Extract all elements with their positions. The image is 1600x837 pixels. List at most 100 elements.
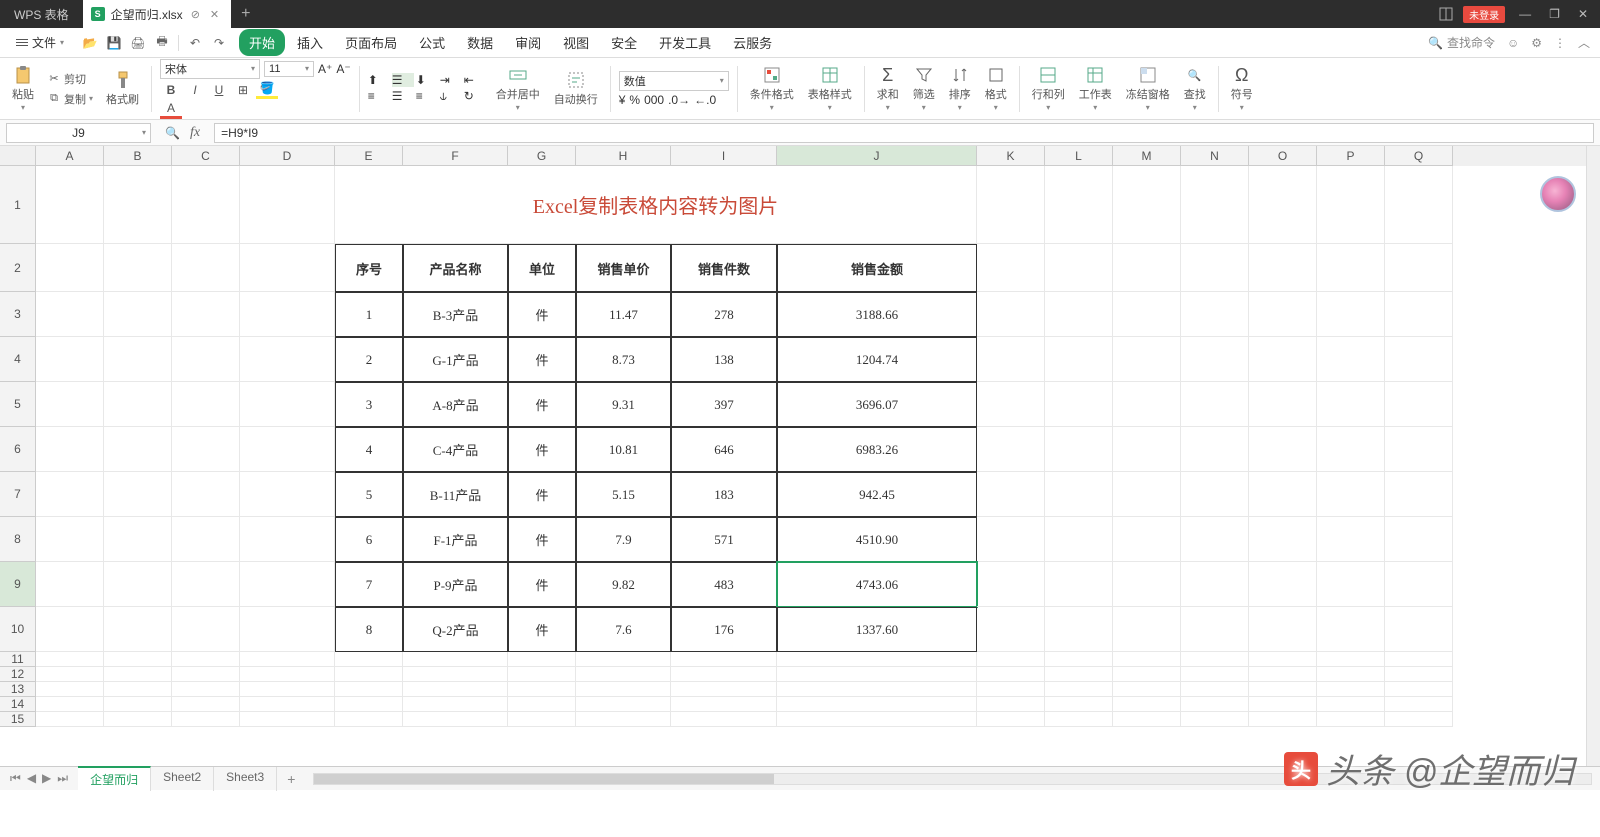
cell-B6[interactable] — [104, 427, 172, 472]
cell-F13[interactable] — [403, 682, 508, 697]
cell-P5[interactable] — [1317, 382, 1385, 427]
cell-G13[interactable] — [508, 682, 576, 697]
cell-O9[interactable] — [1249, 562, 1317, 607]
cell-L15[interactable] — [1045, 712, 1113, 727]
merge-center-button[interactable]: 合并居中▾ — [492, 62, 544, 116]
increase-decimal-icon[interactable]: .0→ — [668, 93, 690, 107]
cell-K5[interactable] — [977, 382, 1045, 427]
cell-B15[interactable] — [104, 712, 172, 727]
wrap-text-button[interactable]: 自动换行 — [550, 62, 602, 116]
row-header-9[interactable]: 9 — [0, 562, 36, 607]
cell-Q13[interactable] — [1385, 682, 1453, 697]
cell-A11[interactable] — [36, 652, 104, 667]
cell-O8[interactable] — [1249, 517, 1317, 562]
cell-I15[interactable] — [671, 712, 777, 727]
cell-F12[interactable] — [403, 667, 508, 682]
cell-P3[interactable] — [1317, 292, 1385, 337]
cell-I9[interactable]: 483 — [671, 562, 777, 607]
document-tab[interactable]: S 企望而归.xlsx ⊘ ✕ — [83, 0, 231, 28]
cell-Q12[interactable] — [1385, 667, 1453, 682]
cell-E6[interactable]: 4 — [335, 427, 403, 472]
cell-F9[interactable]: P-9产品 — [403, 562, 508, 607]
col-header-L[interactable]: L — [1045, 146, 1113, 166]
col-header-M[interactable]: M — [1113, 146, 1181, 166]
border-button[interactable]: ⊞ — [232, 81, 254, 99]
symbol-button[interactable]: Ω符号▾ — [1227, 62, 1257, 116]
cell-F15[interactable] — [403, 712, 508, 727]
cell-L5[interactable] — [1045, 382, 1113, 427]
cell-A10[interactable] — [36, 607, 104, 652]
col-header-H[interactable]: H — [576, 146, 671, 166]
cell-D12[interactable] — [240, 667, 335, 682]
cell-Q4[interactable] — [1385, 337, 1453, 382]
cell-J5[interactable]: 3696.07 — [777, 382, 977, 427]
select-all-corner[interactable] — [0, 146, 36, 166]
cell-D6[interactable] — [240, 427, 335, 472]
cell-N3[interactable] — [1181, 292, 1249, 337]
cell-F3[interactable]: B-3产品 — [403, 292, 508, 337]
cell-H7[interactable]: 5.15 — [576, 472, 671, 517]
col-header-P[interactable]: P — [1317, 146, 1385, 166]
cell-H4[interactable]: 8.73 — [576, 337, 671, 382]
cell-C15[interactable] — [172, 712, 240, 727]
cell-M12[interactable] — [1113, 667, 1181, 682]
more-icon[interactable]: ⋮ — [1554, 36, 1566, 50]
find-button[interactable]: 🔍查找▾ — [1180, 62, 1210, 116]
row-header-5[interactable]: 5 — [0, 382, 36, 427]
cell-L6[interactable] — [1045, 427, 1113, 472]
cell-F8[interactable]: F-1产品 — [403, 517, 508, 562]
cell-F2[interactable]: 产品名称 — [403, 244, 508, 292]
cell-O10[interactable] — [1249, 607, 1317, 652]
cell-I12[interactable] — [671, 667, 777, 682]
row-header-4[interactable]: 4 — [0, 337, 36, 382]
menu-tab-公式[interactable]: 公式 — [409, 29, 455, 56]
cell-F14[interactable] — [403, 697, 508, 712]
cell-Q6[interactable] — [1385, 427, 1453, 472]
cell-I7[interactable]: 183 — [671, 472, 777, 517]
cell-L4[interactable] — [1045, 337, 1113, 382]
cell-G2[interactable]: 单位 — [508, 244, 576, 292]
cell-P12[interactable] — [1317, 667, 1385, 682]
cell-D5[interactable] — [240, 382, 335, 427]
col-header-Q[interactable]: Q — [1385, 146, 1453, 166]
redo-icon[interactable]: ↷ — [211, 35, 227, 51]
cell-K3[interactable] — [977, 292, 1045, 337]
file-menu[interactable]: 文件 ▾ — [10, 32, 70, 53]
cell-Q9[interactable] — [1385, 562, 1453, 607]
cell-M15[interactable] — [1113, 712, 1181, 727]
cell-D3[interactable] — [240, 292, 335, 337]
cell-Q2[interactable] — [1385, 244, 1453, 292]
cell-E2[interactable]: 序号 — [335, 244, 403, 292]
cut-button[interactable]: ✂剪切 — [44, 70, 96, 88]
cell-J6[interactable]: 6983.26 — [777, 427, 977, 472]
align-left-icon[interactable]: ≡ — [368, 89, 390, 104]
font-color-button[interactable]: A — [160, 101, 182, 119]
cell-O12[interactable] — [1249, 667, 1317, 682]
italic-button[interactable]: I — [184, 81, 206, 99]
cell-N13[interactable] — [1181, 682, 1249, 697]
cell-G14[interactable] — [508, 697, 576, 712]
cell-M8[interactable] — [1113, 517, 1181, 562]
cell-H15[interactable] — [576, 712, 671, 727]
col-header-K[interactable]: K — [977, 146, 1045, 166]
row-header-13[interactable]: 13 — [0, 682, 36, 697]
col-header-G[interactable]: G — [508, 146, 576, 166]
cell-P9[interactable] — [1317, 562, 1385, 607]
row-header-7[interactable]: 7 — [0, 472, 36, 517]
cell-J15[interactable] — [777, 712, 977, 727]
row-header-11[interactable]: 11 — [0, 652, 36, 667]
login-badge[interactable]: 未登录 — [1463, 6, 1505, 23]
cell-B4[interactable] — [104, 337, 172, 382]
cell-E4[interactable]: 2 — [335, 337, 403, 382]
cell-F10[interactable]: Q-2产品 — [403, 607, 508, 652]
cell-D2[interactable] — [240, 244, 335, 292]
cell-Q10[interactable] — [1385, 607, 1453, 652]
filter-button[interactable]: 筛选▾ — [909, 62, 939, 116]
cell-P2[interactable] — [1317, 244, 1385, 292]
format-button[interactable]: 格式▾ — [981, 62, 1011, 116]
nav-prev-icon[interactable]: ◀ — [25, 771, 38, 786]
cell-C7[interactable] — [172, 472, 240, 517]
search-command[interactable]: 🔍 查找命令 — [1428, 34, 1495, 51]
cell-O5[interactable] — [1249, 382, 1317, 427]
cell-P1[interactable] — [1317, 166, 1385, 244]
